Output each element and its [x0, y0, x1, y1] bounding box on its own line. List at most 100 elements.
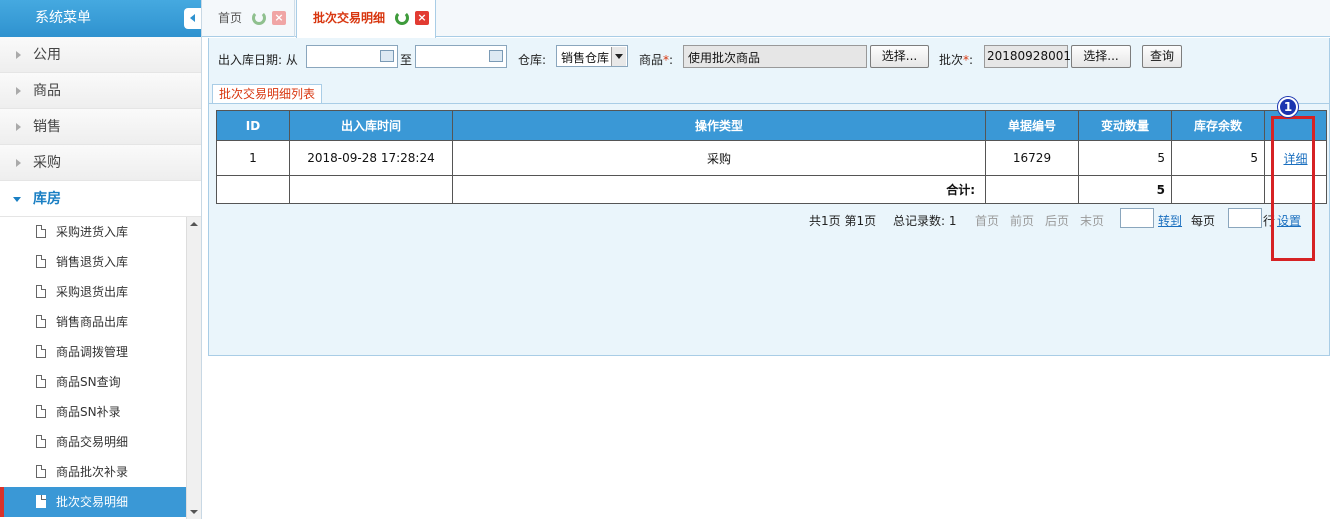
chevron-down-icon: [611, 47, 626, 66]
close-icon[interactable]: ×: [272, 11, 286, 25]
sidebar-item-label: 销售退货入库: [56, 255, 129, 269]
column-header-type: 操作类型: [452, 110, 986, 141]
column-header-time: 出入库时间: [289, 110, 453, 141]
select-product-button[interactable]: 选择...: [870, 45, 929, 68]
per-page-input[interactable]: [1228, 208, 1262, 228]
batch-input[interactable]: 20180928001: [984, 45, 1071, 68]
table-row: 1 2018-09-28 17:28:24 采购 16729 5 5 详细: [216, 140, 1327, 176]
warehouse-select[interactable]: 销售仓库: [556, 45, 628, 67]
sidebar-item-sn-entry[interactable]: 商品SN补录: [0, 397, 186, 427]
calendar-icon[interactable]: [380, 50, 394, 62]
list-tab[interactable]: 批次交易明细列表: [212, 84, 322, 104]
tab-batch-transactions[interactable]: 批次交易明细 ×: [296, 0, 436, 38]
menu-group-label: 采购: [33, 155, 61, 171]
document-icon: [36, 465, 46, 478]
cell-change: 5: [1078, 140, 1172, 176]
document-icon: [36, 495, 46, 508]
cell-empty: [985, 175, 1079, 204]
column-header-change: 变动数量: [1078, 110, 1172, 141]
sidebar-item-sales-return-inbound[interactable]: 销售退货入库: [0, 247, 186, 277]
sidebar-item-batch-transactions[interactable]: 批次交易明细: [0, 487, 186, 517]
first-page-button[interactable]: 首页: [975, 212, 999, 229]
refresh-icon[interactable]: [395, 11, 409, 25]
sidebar-item-label: 商品SN补录: [56, 405, 121, 419]
table-header-row: ID 出入库时间 操作类型 单据编号 变动数量 库存余数: [216, 110, 1327, 141]
goto-page-button[interactable]: 转到: [1158, 212, 1182, 229]
menu-group-warehouse[interactable]: 库房: [0, 181, 201, 217]
cell-time: 2018-09-28 17:28:24: [289, 140, 453, 176]
product-label-text: 商品: [639, 53, 664, 67]
tab-label: 批次交易明细: [313, 11, 386, 25]
scroll-up-icon[interactable]: [190, 222, 198, 226]
column-header-id: ID: [216, 110, 290, 141]
cell-type: 采购: [452, 140, 986, 176]
sidebar-item-label: 商品SN查询: [56, 375, 121, 389]
divider: [209, 103, 1329, 104]
menu-group-sales[interactable]: 销售: [0, 109, 201, 145]
column-header-stock: 库存余数: [1171, 110, 1265, 141]
page-summary: 共1页 第1页: [809, 214, 877, 228]
batch-label-text: 批次: [939, 53, 964, 67]
step-badge: 1: [1278, 97, 1298, 117]
sidebar-item-label: 批次交易明细: [56, 495, 129, 509]
chevron-right-icon: [16, 159, 21, 167]
sidebar: 系统菜单 公用 商品 销售 采购 库房 采购进货入库 销售退货入库 采购退货出库…: [0, 0, 202, 519]
menu-group-label: 销售: [33, 119, 61, 135]
collapse-sidebar-button[interactable]: [184, 8, 201, 29]
calendar-icon[interactable]: [489, 50, 503, 62]
document-icon: [36, 315, 46, 328]
menu-group-product[interactable]: 商品: [0, 73, 201, 109]
content-panel: 出入库日期: 从 至 仓库: 销售仓库 商品*: 使用批次商品 选择... 批次…: [208, 38, 1330, 356]
refresh-icon[interactable]: [252, 11, 266, 25]
date-from-input[interactable]: [306, 45, 398, 68]
sidebar-item-purchase-inbound[interactable]: 采购进货入库: [0, 217, 186, 247]
sidebar-item-sn-query[interactable]: 商品SN查询: [0, 367, 186, 397]
last-page-button[interactable]: 末页: [1080, 212, 1104, 229]
date-to-input[interactable]: [415, 45, 507, 68]
cell-empty: [216, 175, 290, 204]
chevron-right-icon: [16, 51, 21, 59]
date-to-label: 至: [400, 53, 413, 67]
product-input[interactable]: 使用批次商品: [683, 45, 867, 68]
warehouse-label: 仓库:: [518, 53, 547, 67]
colon: :: [969, 53, 974, 67]
sidebar-item-sales-outbound[interactable]: 销售商品出库: [0, 307, 186, 337]
transactions-table: ID 出入库时间 操作类型 单据编号 变动数量 库存余数 1 2018-09-2…: [216, 110, 1327, 204]
date-range-label: 出入库日期: 从: [218, 53, 298, 67]
sidebar-item-batch-entry[interactable]: 商品批次补录: [0, 457, 186, 487]
per-page-label: 每页: [1191, 214, 1216, 228]
prev-page-button[interactable]: 前页: [1010, 212, 1034, 229]
tab-home[interactable]: 首页 ×: [202, 0, 295, 37]
warehouse-submenu: 采购进货入库 销售退货入库 采购退货出库 销售商品出库 商品调拨管理 商品SN查…: [0, 217, 186, 517]
sidebar-scrollbar[interactable]: [186, 217, 201, 519]
total-label: 合计:: [452, 175, 986, 204]
menu-group-common[interactable]: 公用: [0, 37, 201, 73]
record-count: 总记录数: 1: [893, 214, 957, 228]
query-button[interactable]: 查询: [1142, 45, 1182, 68]
sidebar-item-label: 销售商品出库: [56, 315, 129, 329]
next-page-button[interactable]: 后页: [1045, 212, 1069, 229]
goto-page-input[interactable]: [1120, 208, 1154, 228]
sidebar-item-product-transactions[interactable]: 商品交易明细: [0, 427, 186, 457]
menu-group-label: 公用: [33, 47, 61, 63]
select-batch-button[interactable]: 选择...: [1071, 45, 1131, 68]
scroll-down-icon[interactable]: [190, 510, 198, 514]
sidebar-header: 系统菜单: [0, 0, 201, 37]
sidebar-item-label: 商品调拨管理: [56, 345, 129, 359]
close-icon[interactable]: ×: [415, 11, 429, 25]
table-total-row: 合计: 5: [216, 175, 1327, 204]
cell-empty: [289, 175, 453, 204]
sidebar-item-transfer[interactable]: 商品调拨管理: [0, 337, 186, 367]
document-icon: [36, 375, 46, 388]
sidebar-item-purchase-return-outbound[interactable]: 采购退货出库: [0, 277, 186, 307]
chevron-right-icon: [16, 123, 21, 131]
total-change: 5: [1078, 175, 1172, 204]
menu-group-label: 库房: [33, 191, 61, 207]
colon: :: [669, 53, 674, 67]
document-icon: [36, 285, 46, 298]
warehouse-value: 销售仓库: [561, 51, 610, 65]
document-icon: [36, 225, 46, 238]
cell-stock: 5: [1171, 140, 1265, 176]
menu-group-purchase[interactable]: 采购: [0, 145, 201, 181]
sidebar-item-label: 商品批次补录: [56, 465, 129, 479]
